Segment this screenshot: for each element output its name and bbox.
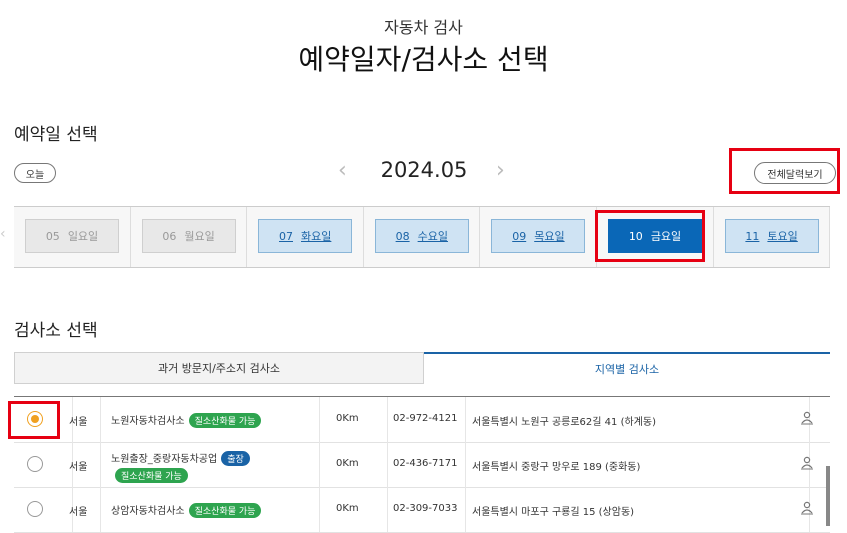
center-radio[interactable] [27, 456, 43, 472]
highlight-box [8, 401, 60, 439]
day-button-07[interactable]: 07 화요일 [258, 219, 353, 253]
person-map-icon[interactable] [800, 501, 814, 518]
center-name: 상암자동차검사소 [111, 506, 185, 517]
column-divider [387, 397, 388, 442]
day-cell: 05 일요일 [14, 207, 131, 267]
person-map-icon[interactable] [800, 411, 814, 428]
tab-past-centers[interactable]: 과거 방문지/주소지 검사소 [14, 352, 424, 384]
center-name-cell: 노원출장_중랑자동차공업 출장질소산화물 가능 [111, 450, 311, 483]
column-divider [319, 397, 320, 442]
page-title: 예약일자/검사소 선택 [298, 43, 549, 76]
day-cell: 07 화요일 [247, 207, 364, 267]
day-button-09[interactable]: 09 목요일 [491, 219, 586, 253]
column-divider [465, 487, 466, 532]
table-row[interactable]: 서울 노원출장_중랑자동차공업 출장질소산화물 가능 0Km 02-436-7171 서울… [14, 442, 830, 488]
tab-region-centers[interactable]: 지역별 검사소 [424, 352, 830, 384]
day-cell: 09 목요일 [480, 207, 597, 267]
day-weekday: 수요일 [417, 230, 448, 243]
page-subtitle: 자동차 검사 [384, 18, 463, 37]
column-divider [100, 487, 101, 532]
list-scrollbar[interactable] [826, 466, 830, 526]
day-weekday: 일요일 [67, 230, 99, 243]
center-name: 노원출장_중랑자동차공업 [111, 454, 218, 465]
day-button-06: 06 월요일 [141, 219, 236, 253]
center-distance: 0Km [336, 458, 359, 469]
center-phone: 02-309-7033 [393, 503, 458, 514]
person-map-icon[interactable] [800, 456, 814, 473]
center-badge: 질소산화물 가능 [115, 468, 188, 483]
center-badge: 출장 [221, 451, 250, 466]
day-number: 11 [745, 229, 760, 243]
column-divider [100, 442, 101, 487]
current-month: 2024.05 [380, 158, 468, 182]
strip-left-arrow-icon[interactable]: ‹ [0, 226, 6, 242]
center-badge: 질소산화물 가능 [188, 413, 262, 428]
center-name-cell: 상암자동차검사소 질소산화물 가능 [111, 502, 311, 518]
day-button-05: 05 일요일 [25, 219, 119, 253]
center-region: 서울 [69, 462, 88, 473]
day-number: 07 [279, 229, 293, 243]
center-region: 서울 [69, 417, 88, 428]
column-divider [100, 397, 101, 442]
center-phone: 02-972-4121 [393, 413, 458, 424]
date-section-title: 예약일 선택 [14, 125, 98, 145]
column-divider [465, 397, 466, 442]
highlight-box [595, 210, 705, 262]
center-region: 서울 [69, 507, 88, 518]
day-cell: 08 수요일 [364, 207, 481, 267]
day-cell: 06 월요일 [131, 207, 248, 267]
day-button-08[interactable]: 08 수요일 [374, 219, 469, 253]
day-number: 06 [162, 229, 177, 243]
center-name: 노원자동차검사소 [111, 416, 185, 427]
date-strip: 05 일요일 06 월요일 07 화요일 08 수요일 09 목요일 10 금요일 11 토요일 [14, 206, 831, 268]
column-divider [387, 442, 388, 487]
center-distance: 0Km [336, 503, 359, 514]
column-divider [319, 487, 320, 532]
today-button[interactable]: 오늘 [14, 163, 56, 183]
column-divider [319, 442, 320, 487]
center-badge: 질소산화물 가능 [188, 503, 262, 518]
center-tabs: 과거 방문지/주소지 검사소 지역별 검사소 [14, 352, 830, 384]
center-address: 서울특별시 마포구 구룡길 15 (상암동) [472, 507, 635, 518]
center-distance: 0Km [336, 413, 359, 424]
center-name-cell: 노원자동차검사소 질소산화물 가능 [111, 412, 311, 428]
center-address: 서울특별시 노원구 공릉로62길 41 (하계동) [472, 417, 656, 428]
day-weekday: 화요일 [301, 230, 332, 243]
day-number: 05 [45, 229, 60, 243]
column-divider [465, 442, 466, 487]
table-row[interactable]: 서울 노원자동차검사소 질소산화물 가능 0Km 02-972-4121 서울특별시 노원… [14, 397, 830, 443]
table-row[interactable]: 서울 상암자동차검사소 질소산화물 가능 0Km 02-309-7033 서울특별시 마포… [14, 487, 830, 533]
column-divider [387, 487, 388, 532]
day-cell: 11 토요일 [714, 207, 831, 267]
center-radio[interactable] [27, 501, 43, 517]
chevron-right-icon[interactable]: › [496, 158, 505, 183]
day-button-11[interactable]: 11 토요일 [724, 219, 819, 253]
day-weekday: 월요일 [184, 230, 215, 243]
day-number: 08 [395, 229, 410, 243]
day-number: 09 [512, 229, 527, 243]
day-weekday: 목요일 [534, 230, 565, 243]
center-address: 서울특별시 중랑구 망우로 189 (중화동) [472, 462, 641, 473]
center-phone: 02-436-7171 [393, 458, 458, 469]
day-weekday: 토요일 [767, 230, 798, 243]
highlight-box [729, 148, 840, 194]
center-section-title: 검사소 선택 [14, 321, 98, 341]
